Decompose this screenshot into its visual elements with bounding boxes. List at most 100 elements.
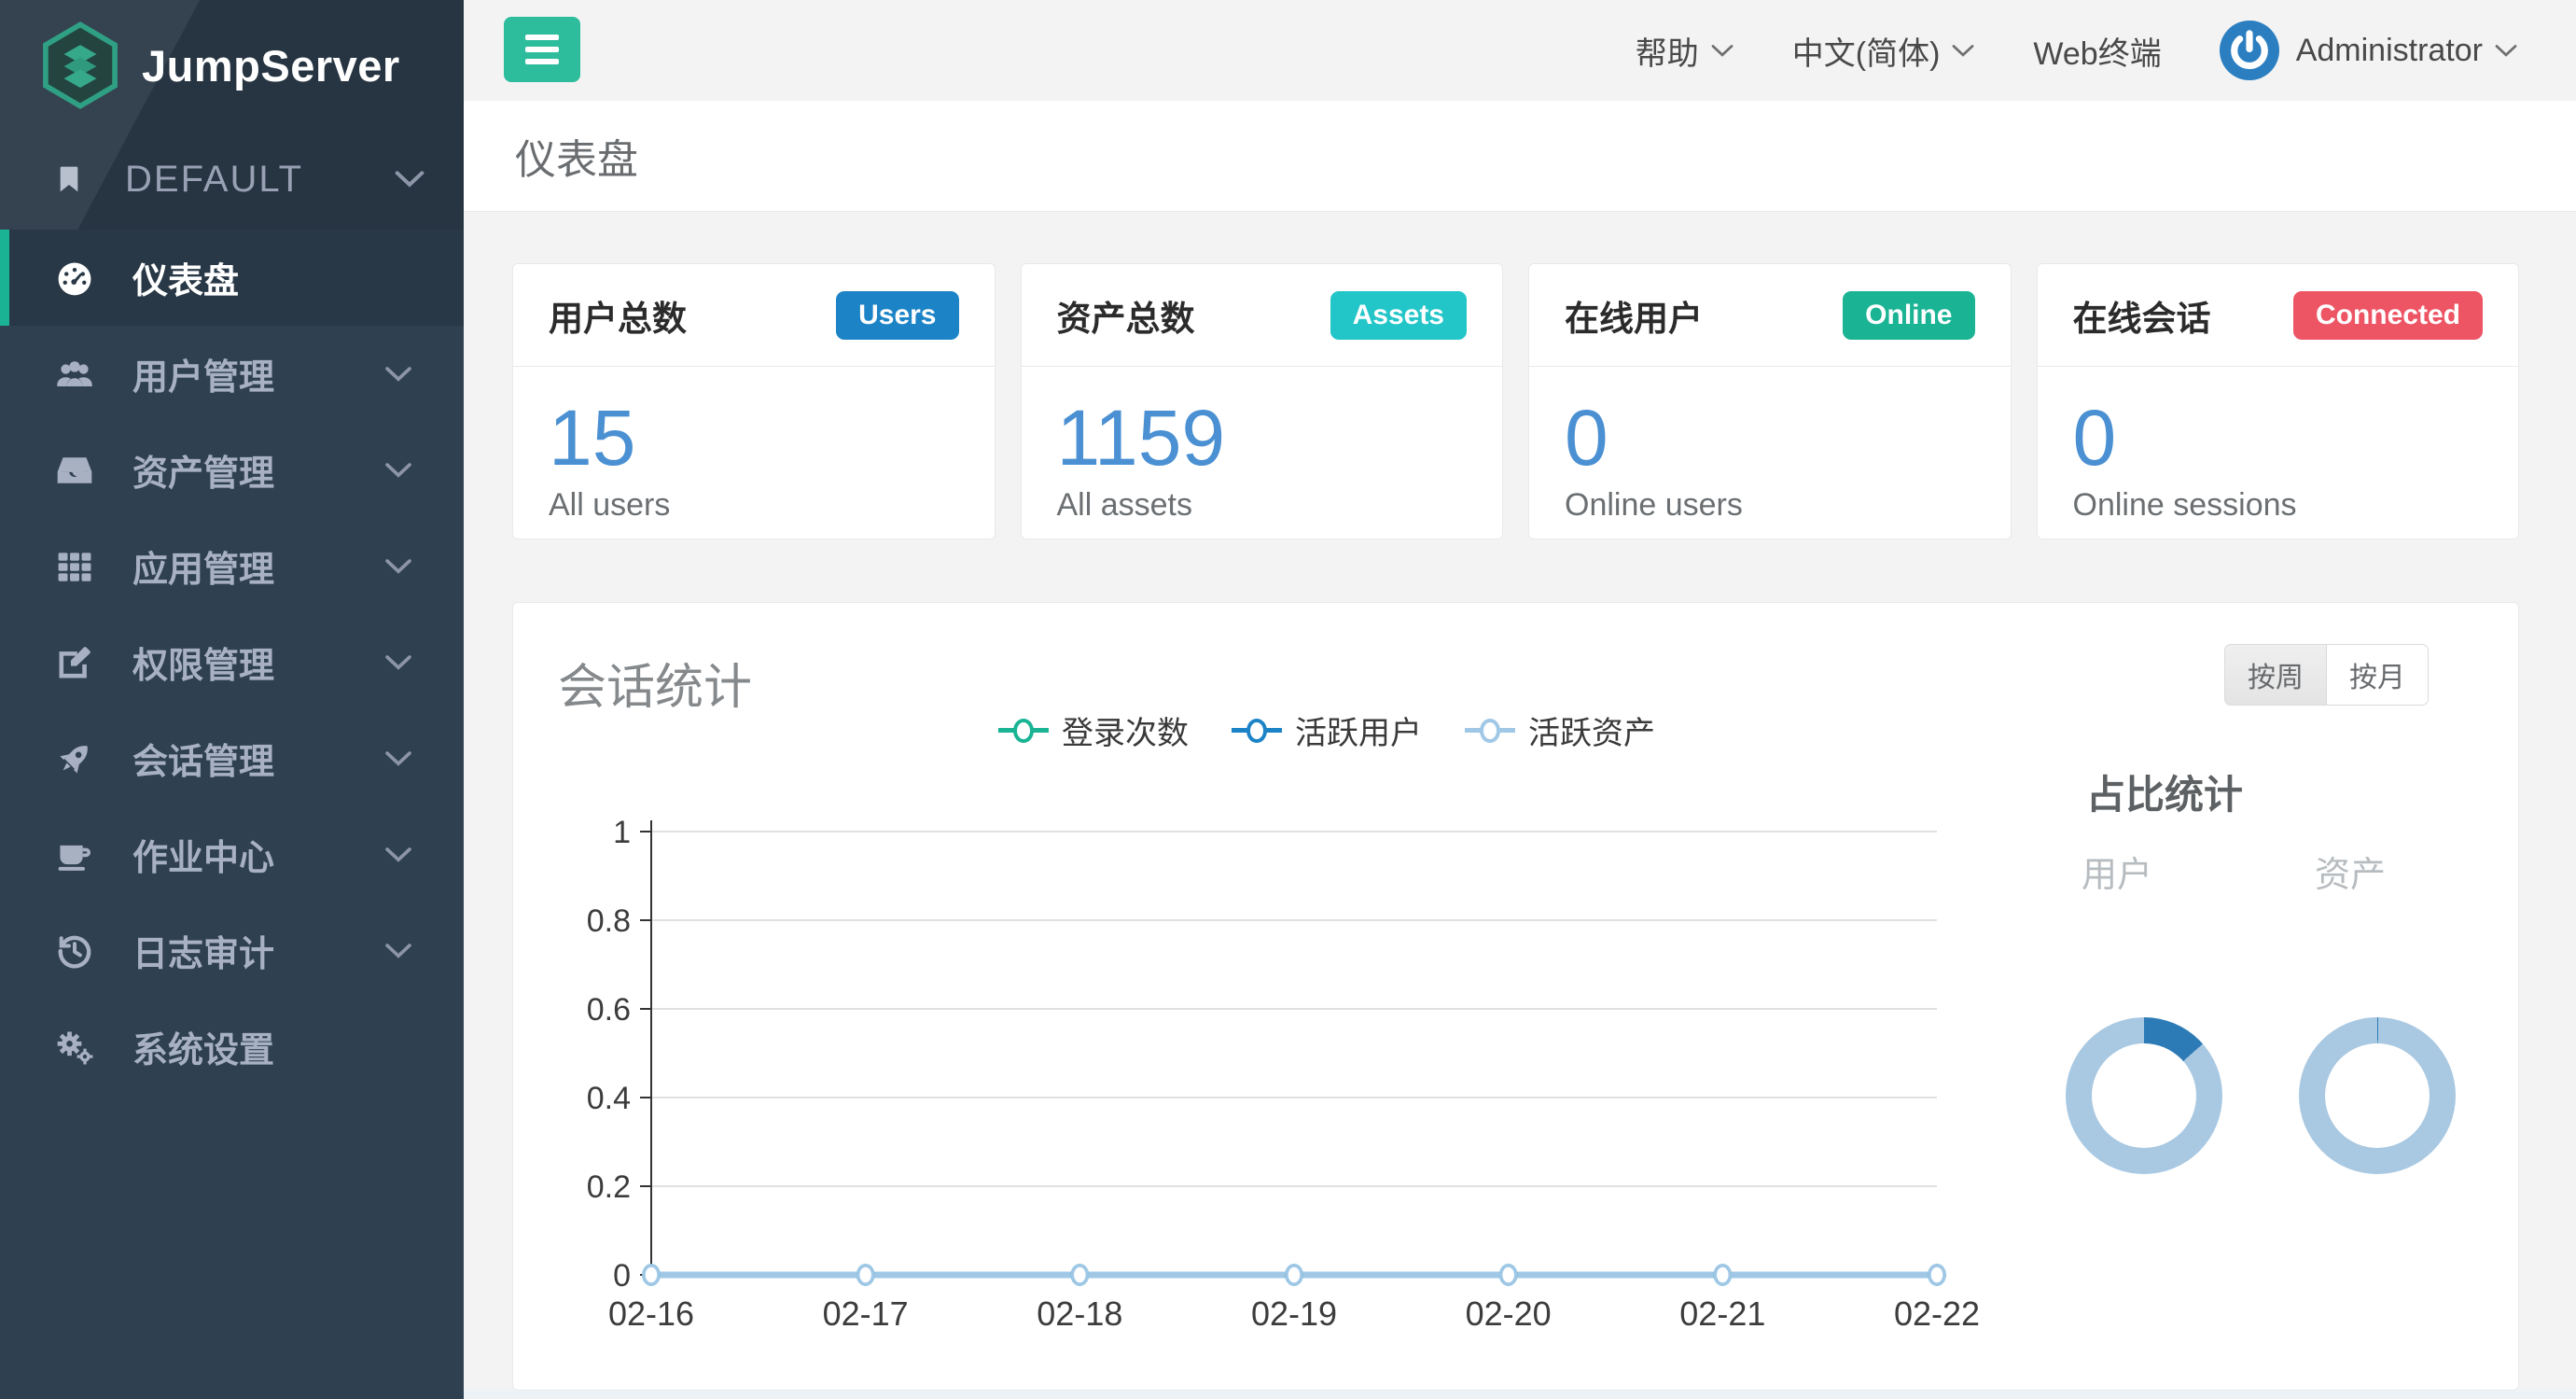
range-month-button[interactable]: 按月 — [2326, 644, 2429, 706]
svg-text:0.4: 0.4 — [587, 1081, 631, 1116]
chevron-down-icon — [393, 170, 426, 189]
hamburger-icon — [525, 35, 559, 40]
sidebar-item-job-center[interactable]: 作业中心 — [0, 806, 464, 902]
topbar-right: 帮助 中文(简体) Web终端 Administrator — [1636, 0, 2518, 101]
svg-text:02-20: 02-20 — [1466, 1294, 1552, 1333]
users-icon — [52, 354, 97, 395]
sidebar-item-dashboard[interactable]: 仪表盘 — [0, 230, 464, 326]
sidebar-item-assets[interactable]: 资产管理 — [0, 422, 464, 518]
sidebar-item-sessions[interactable]: 会话管理 — [0, 710, 464, 806]
chevron-down-icon — [383, 366, 413, 383]
line-marker-icon — [1232, 719, 1282, 743]
brand-name: JumpServer — [142, 40, 400, 91]
audit-icon — [52, 930, 97, 972]
stat-value: 0 — [1565, 393, 1975, 483]
language-label: 中文(简体) — [1792, 28, 1941, 74]
chevron-down-icon — [383, 846, 413, 863]
sidebar-header: JumpServer DEFAULT — [0, 0, 464, 230]
assets-donut-label: 资产 — [2315, 846, 2386, 897]
topbar: 帮助 中文(简体) Web终端 Administrator — [464, 0, 2576, 101]
chevron-down-icon — [383, 654, 413, 671]
stat-value: 0 — [2073, 393, 2484, 483]
sidebar-item-label: 作业中心 — [132, 829, 274, 880]
svg-text:0.8: 0.8 — [587, 903, 631, 939]
session-statistics-panel: 会话统计 登录次数 活跃用户 活跃资产 按周 — [512, 602, 2519, 1391]
sidebar-item-label: 日志审计 — [132, 925, 274, 976]
page-header: 仪表盘 — [464, 101, 2576, 212]
chevron-down-icon — [383, 462, 413, 479]
sidebar-item-label: 权限管理 — [132, 637, 274, 688]
user-menu[interactable]: Administrator — [2220, 21, 2518, 80]
stat-card-title: 用户总数 — [549, 290, 687, 341]
users-donut-label: 用户 — [2082, 846, 2152, 897]
help-menu[interactable]: 帮助 — [1636, 28, 1734, 74]
page-title: 仪表盘 — [515, 126, 638, 186]
svg-text:0.2: 0.2 — [587, 1169, 631, 1205]
sidebar-item-audits[interactable]: 日志审计 — [0, 902, 464, 999]
stat-label: All users — [549, 487, 959, 524]
stat-card-title: 资产总数 — [1057, 290, 1195, 341]
chevron-down-icon — [383, 558, 413, 575]
chevron-down-icon — [383, 750, 413, 767]
stat-card-online-users: 在线用户 Online 0 Online users — [1528, 263, 2012, 539]
stat-label: All assets — [1057, 487, 1468, 524]
sessions-icon — [52, 738, 97, 779]
status-badge: Users — [836, 291, 958, 340]
status-badge: Online — [1843, 291, 1974, 340]
stat-card-title: 在线用户 — [1565, 290, 1703, 341]
range-toggle: 按周 按月 — [2224, 644, 2429, 706]
sidebar: JumpServer DEFAULT 仪表盘 — [0, 0, 464, 1399]
power-avatar-icon — [2220, 21, 2279, 80]
stat-card-title: 在线会话 — [2073, 290, 2211, 341]
svg-text:02-22: 02-22 — [1894, 1294, 1980, 1333]
sidebar-item-label: 资产管理 — [132, 444, 274, 496]
svg-text:02-17: 02-17 — [823, 1294, 909, 1333]
language-menu[interactable]: 中文(简体) — [1792, 28, 1976, 74]
sidebar-item-label: 系统设置 — [132, 1021, 274, 1072]
chevron-down-icon — [2494, 44, 2518, 58]
help-label: 帮助 — [1636, 28, 1699, 74]
legend-item-active-users[interactable]: 活跃用户 — [1232, 707, 1422, 753]
range-week-button[interactable]: 按周 — [2224, 644, 2326, 706]
sidebar-item-permissions[interactable]: 权限管理 — [0, 614, 464, 710]
proportion-title: 占比统计 — [2086, 763, 2243, 820]
stat-card-online-sessions: 在线会话 Connected 0 Online sessions — [2037, 263, 2520, 539]
main-content: 用户总数 Users 15 All users 资产总数 Assets 1159… — [512, 212, 2519, 1391]
svg-text:02-16: 02-16 — [608, 1294, 694, 1333]
sidebar-item-applications[interactable]: 应用管理 — [0, 518, 464, 614]
svg-text:0: 0 — [613, 1258, 631, 1294]
line-marker-icon — [1465, 719, 1515, 743]
web-terminal-label: Web终端 — [2033, 28, 2161, 74]
sidebar-item-settings[interactable]: 系统设置 — [0, 999, 464, 1095]
permissions-icon — [52, 642, 97, 683]
sidebar-menu: 仪表盘 用户管理 资产管理 — [0, 230, 464, 1095]
svg-text:0.6: 0.6 — [587, 992, 631, 1028]
assets-icon — [52, 450, 97, 491]
stat-value: 1159 — [1057, 393, 1468, 483]
chevron-down-icon — [383, 943, 413, 959]
users-donut-chart — [2066, 1017, 2222, 1174]
svg-text:02-21: 02-21 — [1679, 1294, 1765, 1333]
chevron-down-icon — [1951, 44, 1975, 58]
dashboard-icon — [52, 258, 97, 299]
legend-item-logins[interactable]: 登录次数 — [998, 707, 1189, 753]
stat-value: 15 — [549, 393, 959, 483]
web-terminal-link[interactable]: Web终端 — [2033, 28, 2161, 74]
bottom-strip — [464, 1391, 2576, 1399]
assets-donut-chart — [2299, 1017, 2456, 1174]
stat-label: Online users — [1565, 487, 1975, 524]
sidebar-toggle-button[interactable] — [504, 17, 580, 82]
stat-label: Online sessions — [2073, 487, 2484, 524]
bookmark-icon — [54, 161, 84, 197]
svg-text:02-18: 02-18 — [1037, 1294, 1122, 1333]
org-selector[interactable]: DEFAULT — [54, 142, 426, 217]
username-label: Administrator — [2296, 33, 2483, 69]
org-label: DEFAULT — [125, 159, 303, 201]
status-badge: Connected — [2293, 291, 2483, 340]
status-badge: Assets — [1330, 291, 1467, 340]
legend-item-active-assets[interactable]: 活跃资产 — [1465, 707, 1655, 753]
sidebar-item-users[interactable]: 用户管理 — [0, 326, 464, 422]
jobs-icon — [52, 834, 97, 875]
stat-card-total-assets: 资产总数 Assets 1159 All assets — [1021, 263, 1504, 539]
jumpserver-logo[interactable]: JumpServer — [37, 21, 400, 110]
